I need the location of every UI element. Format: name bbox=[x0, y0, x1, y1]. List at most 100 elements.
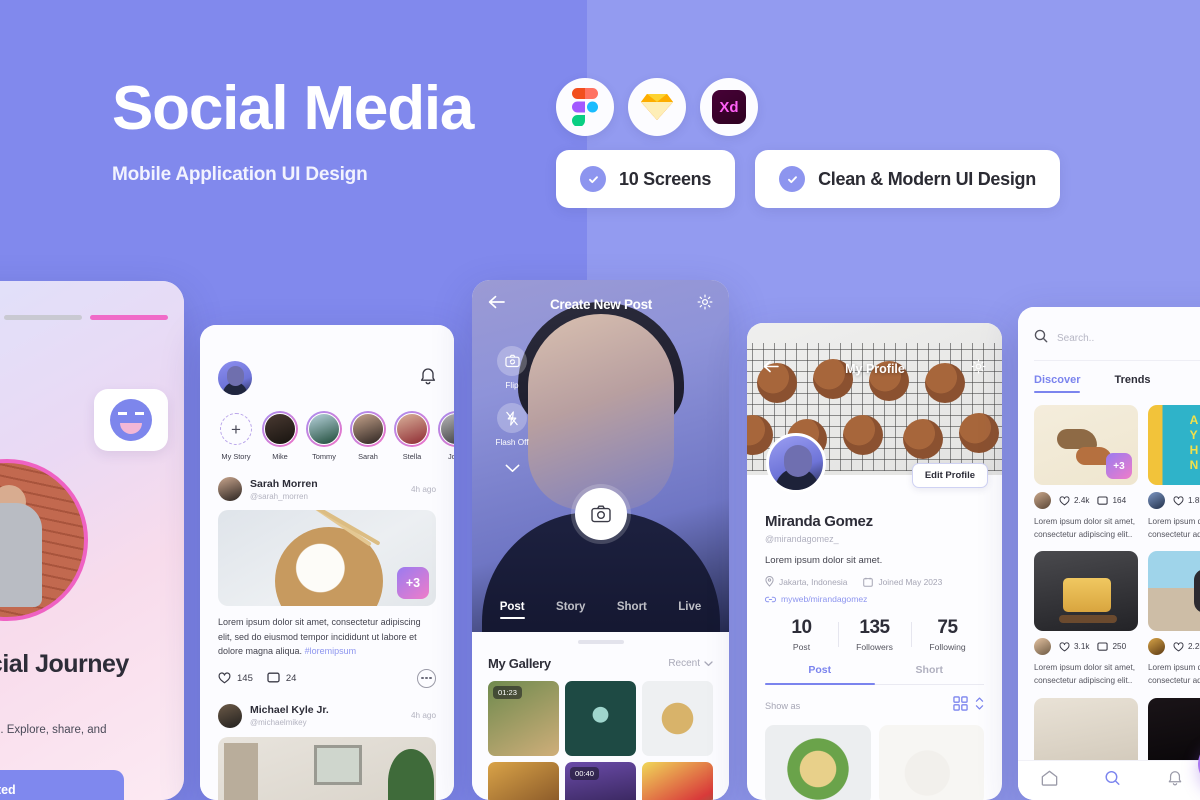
gallery-item[interactable]: 00:40 bbox=[565, 762, 636, 800]
badge-design-label: Clean & Modern UI Design bbox=[818, 168, 1036, 189]
avatar[interactable] bbox=[1148, 492, 1165, 509]
capture-mode-tabs: Post Story Short Live bbox=[472, 588, 729, 632]
stat-label: Following bbox=[929, 642, 966, 652]
shutter-button[interactable] bbox=[574, 488, 627, 540]
like-button[interactable]: 2.2k bbox=[1173, 642, 1200, 652]
like-button[interactable]: 3.1k bbox=[1059, 642, 1089, 652]
search-bar[interactable]: Search.. bbox=[1034, 307, 1200, 361]
gear-icon[interactable] bbox=[971, 359, 986, 379]
story-item-mike[interactable]: Mike bbox=[262, 411, 298, 461]
avatar[interactable] bbox=[218, 703, 242, 728]
flip-camera-icon[interactable] bbox=[497, 346, 527, 376]
tab-post[interactable]: Post bbox=[765, 664, 875, 686]
post-image[interactable]: +3 bbox=[218, 510, 436, 606]
onboarding-description: Start your social journey with us. Explo… bbox=[0, 724, 107, 736]
link-icon bbox=[765, 596, 776, 602]
avatar[interactable] bbox=[1034, 492, 1051, 509]
tab-trends[interactable]: Trends bbox=[1114, 374, 1150, 393]
gallery-item[interactable] bbox=[488, 762, 559, 800]
tab-story[interactable]: Story bbox=[556, 601, 585, 619]
discover-card[interactable]: 3.1k 250 Lorem ipsum dolor sit amet, con… bbox=[1034, 551, 1138, 687]
tab-short[interactable]: Short bbox=[617, 601, 647, 619]
stat-following[interactable]: 75 Following bbox=[911, 617, 984, 652]
gallery-item[interactable] bbox=[642, 762, 713, 800]
badge-design: Clean & Modern UI Design bbox=[755, 150, 1060, 208]
post-timestamp: 4h ago bbox=[410, 711, 436, 721]
comment-button[interactable]: 164 bbox=[1097, 495, 1126, 506]
profile-post-thumb[interactable] bbox=[878, 725, 984, 800]
avatar[interactable] bbox=[218, 477, 242, 501]
add-story-icon: + bbox=[220, 413, 252, 445]
home-icon[interactable] bbox=[1041, 770, 1058, 791]
profile-post-thumb[interactable] bbox=[765, 725, 871, 800]
profile-meta: Jakarta, Indonesia Joined May 2023 bbox=[765, 576, 984, 587]
card-image[interactable] bbox=[1034, 551, 1138, 632]
search-icon[interactable] bbox=[1104, 770, 1121, 791]
gallery-item[interactable] bbox=[642, 681, 713, 756]
chevron-down-icon[interactable] bbox=[486, 460, 538, 478]
tab-live[interactable]: Live bbox=[678, 601, 701, 619]
comment-button[interactable]: 24 bbox=[267, 672, 296, 684]
get-started-button[interactable]: Get Started bbox=[0, 770, 124, 800]
story-item-tommy[interactable]: Tommy bbox=[306, 411, 342, 461]
gear-icon[interactable] bbox=[697, 294, 713, 315]
post-hashtag[interactable]: #loremipsum bbox=[305, 646, 357, 656]
post-timestamp: 4h ago bbox=[410, 484, 436, 494]
extra-images-badge[interactable]: +3 bbox=[397, 567, 429, 599]
notification-bell-icon[interactable] bbox=[420, 367, 436, 390]
comment-button[interactable]: 250 bbox=[1097, 642, 1126, 652]
drag-handle[interactable] bbox=[577, 640, 624, 644]
gallery-item[interactable] bbox=[565, 681, 636, 756]
card-image[interactable] bbox=[1148, 551, 1200, 632]
profile-location-text: Jakarta, Indonesia bbox=[779, 576, 848, 587]
gallery-item[interactable]: 01:23 bbox=[488, 681, 559, 756]
post-image[interactable] bbox=[218, 736, 436, 800]
discover-card[interactable]: 2.2k Lorem ipsum dolor sit amet, consect… bbox=[1148, 551, 1200, 687]
feature-badge-row: 10 Screens Clean & Modern UI Design bbox=[556, 150, 1060, 208]
stat-followers[interactable]: 135 Followers bbox=[838, 617, 911, 652]
like-count: 2.4k bbox=[1074, 496, 1090, 505]
hero-block: Social Media Mobile Application UI Desig… bbox=[112, 78, 572, 186]
profile-website-link[interactable]: myweb/mirandagomez bbox=[765, 594, 984, 604]
like-button[interactable]: 145 bbox=[218, 672, 253, 684]
discover-card[interactable]: +3 2.4k 164 Lorem ipsum dolor sit amet, … bbox=[1034, 405, 1138, 541]
back-arrow-icon[interactable] bbox=[488, 295, 505, 314]
flash-off-icon[interactable] bbox=[497, 403, 527, 433]
flip-label: Flip bbox=[505, 381, 519, 390]
card-image[interactable]: AYHN bbox=[1148, 405, 1200, 485]
card-caption: Lorem ipsum dolor sit amet, consectetur … bbox=[1148, 517, 1200, 540]
phone-mockup-profile: My Profile Edit Profile Miranda Gomez @m… bbox=[747, 323, 1002, 800]
profile-title: My Profile bbox=[845, 362, 905, 376]
discover-card[interactable]: AYHN 1.8k Lorem ipsum dolor sit amet, co… bbox=[1148, 405, 1200, 541]
like-button[interactable]: 1.8k bbox=[1173, 495, 1200, 506]
phone-mockup-onboarding: Start Your Social Journey Now! Start you… bbox=[0, 281, 184, 800]
sort-toggle-icon[interactable] bbox=[975, 696, 984, 716]
gallery-grid: 01:23 00:40 bbox=[488, 681, 713, 800]
phone-mockup-discover: Search.. Discover Trends +3 2.4k 164 Lor… bbox=[1018, 307, 1200, 800]
extra-images-badge[interactable]: +3 bbox=[1106, 453, 1132, 479]
post-more-options-icon[interactable] bbox=[417, 668, 436, 688]
post-author-handle: @michaelmikey bbox=[250, 718, 307, 728]
gallery-sort-dropdown[interactable]: Recent bbox=[668, 658, 713, 669]
location-pin-icon bbox=[765, 576, 774, 587]
story-item-my-story[interactable]: + My Story bbox=[218, 411, 254, 461]
tab-post[interactable]: Post bbox=[499, 601, 525, 619]
like-button[interactable]: 2.4k bbox=[1059, 495, 1090, 506]
story-item-stella[interactable]: Stella bbox=[394, 411, 430, 461]
search-input[interactable]: Search.. bbox=[1057, 333, 1094, 344]
card-image[interactable]: +3 bbox=[1034, 405, 1138, 485]
avatar[interactable] bbox=[1148, 638, 1165, 656]
avatar[interactable] bbox=[218, 361, 252, 395]
adobe-xd-icon: Xd bbox=[700, 78, 758, 136]
tab-discover[interactable]: Discover bbox=[1034, 374, 1081, 394]
card-caption: Lorem ipsum dolor sit amet, consectetur … bbox=[1034, 663, 1136, 686]
notifications-icon[interactable] bbox=[1167, 770, 1183, 791]
card-caption: Lorem ipsum dolor sit amet, consectetur … bbox=[1034, 517, 1136, 540]
grid-view-icon[interactable] bbox=[953, 696, 968, 716]
story-label: Sarah bbox=[358, 452, 378, 461]
back-arrow-icon[interactable] bbox=[763, 360, 779, 378]
story-item-sarah[interactable]: Sarah bbox=[350, 411, 386, 461]
tab-short[interactable]: Short bbox=[875, 664, 985, 684]
story-item-john[interactable]: John bbox=[438, 411, 454, 461]
avatar[interactable] bbox=[1034, 638, 1051, 656]
